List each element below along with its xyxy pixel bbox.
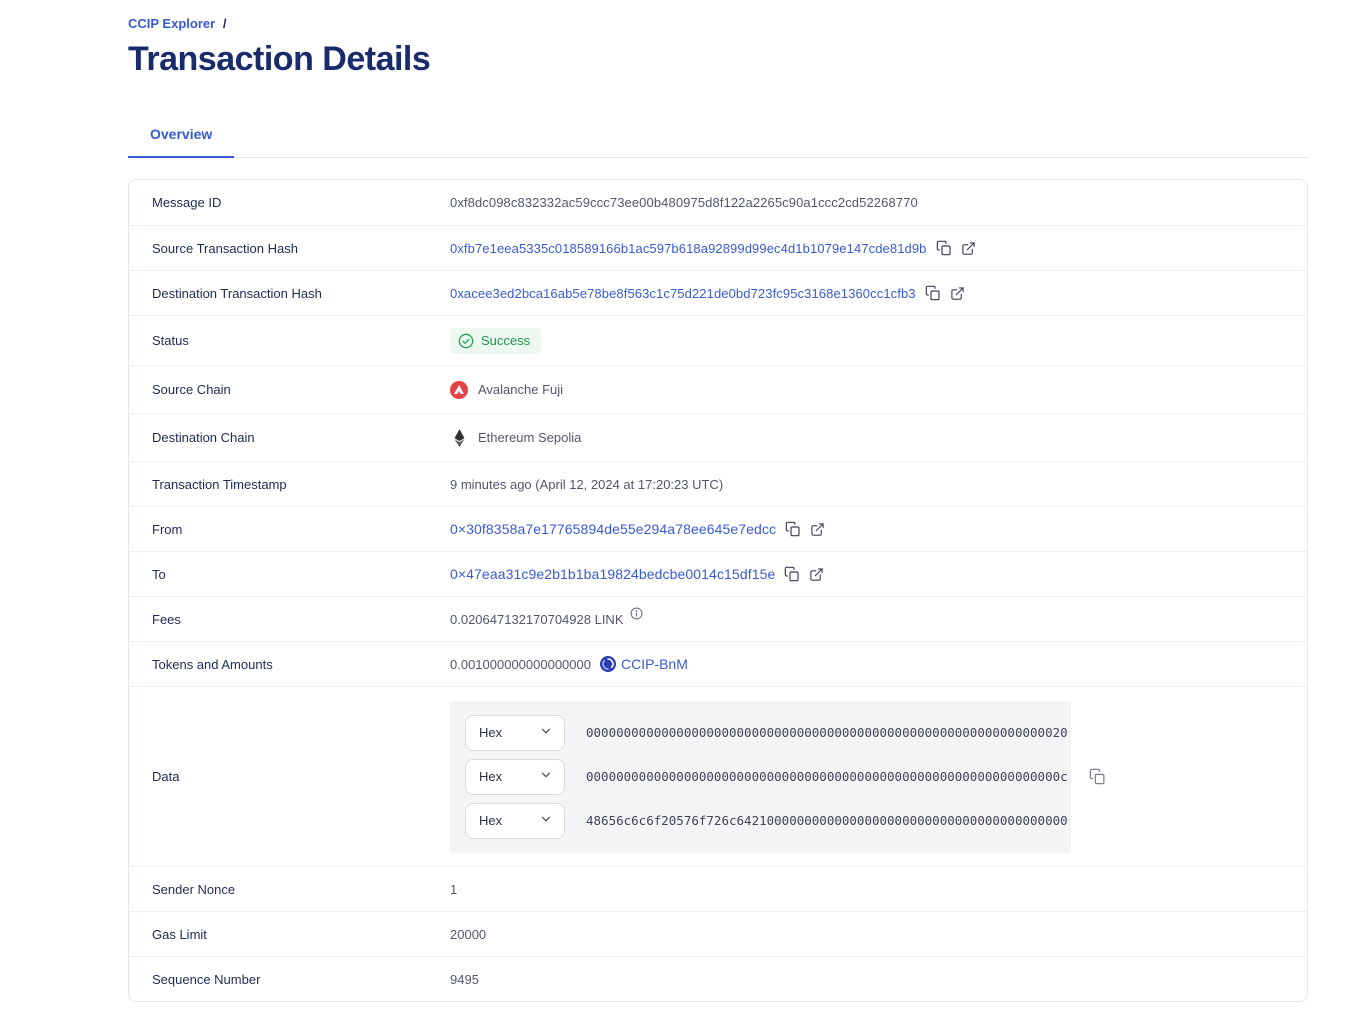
row-timestamp: Transaction Timestamp 9 minutes ago (Apr…: [129, 461, 1307, 506]
external-link-button[interactable]: [961, 241, 976, 256]
data-format-value: Hex: [479, 725, 502, 740]
transaction-details-card: Message ID 0xf8dc098c832332ac59ccc73ee00…: [128, 179, 1308, 1002]
timestamp-label: Transaction Timestamp: [152, 477, 450, 492]
status-text: Success: [481, 333, 530, 348]
data-line: Hex 000000000000000000000000000000000000…: [465, 715, 1056, 751]
row-from: From 0×30f8358a7e17765894de55e294a78ee64…: [129, 506, 1307, 551]
copy-button[interactable]: [785, 521, 801, 537]
row-data: Data Hex 0000000000000000000000000000000…: [129, 686, 1307, 866]
check-circle-icon: [458, 333, 474, 349]
tokens-label: Tokens and Amounts: [152, 657, 450, 672]
copy-button[interactable]: [925, 285, 941, 301]
copy-data-button[interactable]: [1089, 768, 1106, 785]
source-chain-name: Avalanche Fuji: [478, 382, 563, 397]
external-link-icon: [809, 567, 824, 582]
data-format-select[interactable]: Hex: [465, 715, 565, 751]
fees-label: Fees: [152, 612, 450, 627]
ccip-bnm-token-icon: [600, 656, 616, 672]
copy-icon: [1089, 768, 1106, 785]
data-hex-line: 0000000000000000000000000000000000000000…: [586, 769, 1068, 784]
info-icon[interactable]: [630, 607, 643, 623]
page-title: Transaction Details: [128, 40, 1308, 78]
avalanche-icon: [450, 381, 468, 399]
chevron-down-icon: [539, 812, 553, 829]
copy-icon: [785, 521, 801, 537]
row-gas-limit: Gas Limit 20000: [129, 911, 1307, 956]
source-chain-label: Source Chain: [152, 382, 450, 397]
dest-tx-hash-link[interactable]: 0xacee3ed2bca16ab5e78be8f563c1c75d221de0…: [450, 286, 916, 301]
copy-icon: [784, 566, 800, 582]
dest-tx-hash-label: Destination Transaction Hash: [152, 286, 450, 301]
copy-button[interactable]: [936, 240, 952, 256]
row-fees: Fees 0.020647132170704928 LINK: [129, 596, 1307, 641]
external-link-button[interactable]: [950, 286, 965, 301]
copy-icon: [936, 240, 952, 256]
data-label: Data: [152, 769, 450, 784]
row-dest-tx-hash: Destination Transaction Hash 0xacee3ed2b…: [129, 270, 1307, 315]
data-format-value: Hex: [479, 813, 502, 828]
sequence-number-value: 9495: [450, 972, 479, 987]
from-address-link[interactable]: 0×30f8358a7e17765894de55e294a78ee645e7ed…: [450, 521, 776, 537]
data-hex-line: 0000000000000000000000000000000000000000…: [586, 725, 1068, 740]
row-message-id: Message ID 0xf8dc098c832332ac59ccc73ee00…: [129, 180, 1307, 225]
message-id-value: 0xf8dc098c832332ac59ccc73ee00b480975d8f1…: [450, 195, 918, 210]
data-format-value: Hex: [479, 769, 502, 784]
data-line: Hex 48656c6c6f20576f726c6421000000000000…: [465, 803, 1056, 839]
fees-value: 0.020647132170704928 LINK: [450, 612, 624, 627]
row-status: Status Success: [129, 315, 1307, 365]
external-link-button[interactable]: [810, 522, 825, 537]
message-id-label: Message ID: [152, 195, 450, 210]
row-source-tx-hash: Source Transaction Hash 0xfb7e1eea5335c0…: [129, 225, 1307, 270]
dest-chain-name: Ethereum Sepolia: [478, 430, 581, 445]
external-link-button[interactable]: [809, 567, 824, 582]
row-to: To 0×47eaa31c9e2b1b1ba19824bedcbe0014c15…: [129, 551, 1307, 596]
dest-chain-label: Destination Chain: [152, 430, 450, 445]
copy-button[interactable]: [784, 566, 800, 582]
to-label: To: [152, 567, 450, 582]
row-source-chain: Source Chain Avalanche Fuji: [129, 365, 1307, 413]
row-dest-chain: Destination Chain Ethereum Sepolia: [129, 413, 1307, 461]
gas-limit-value: 20000: [450, 927, 486, 942]
external-link-icon: [961, 241, 976, 256]
sequence-number-label: Sequence Number: [152, 972, 450, 987]
row-tokens: Tokens and Amounts 0.001000000000000000 …: [129, 641, 1307, 686]
source-tx-hash-link[interactable]: 0xfb7e1eea5335c018589166b1ac597b618a9289…: [450, 241, 927, 256]
chevron-down-icon: [539, 768, 553, 785]
breadcrumb-separator: /: [223, 16, 227, 31]
status-label: Status: [152, 333, 450, 348]
status-badge: Success: [450, 328, 541, 354]
external-link-icon: [810, 522, 825, 537]
row-sender-nonce: Sender Nonce 1: [129, 866, 1307, 911]
to-address-link[interactable]: 0×47eaa31c9e2b1b1ba19824bedcbe0014c15df1…: [450, 566, 775, 582]
sender-nonce-label: Sender Nonce: [152, 882, 450, 897]
breadcrumb: CCIP Explorer /: [128, 16, 1308, 31]
copy-icon: [925, 285, 941, 301]
data-line: Hex 000000000000000000000000000000000000…: [465, 759, 1056, 795]
tab-bar: Overview: [128, 115, 1308, 158]
external-link-icon: [950, 286, 965, 301]
chevron-down-icon: [539, 724, 553, 741]
breadcrumb-ccip-explorer-link[interactable]: CCIP Explorer: [128, 16, 215, 31]
sender-nonce-value: 1: [450, 882, 457, 897]
timestamp-value: 9 minutes ago (April 12, 2024 at 17:20:2…: [450, 477, 723, 492]
token-link[interactable]: CCIP-BnM: [621, 656, 688, 672]
tab-overview[interactable]: Overview: [128, 115, 234, 158]
gas-limit-label: Gas Limit: [152, 927, 450, 942]
page: CCIP Explorer / Transaction Details Over…: [0, 0, 1358, 1002]
data-format-select[interactable]: Hex: [465, 803, 565, 839]
row-sequence-number: Sequence Number 9495: [129, 956, 1307, 1001]
ethereum-icon: [450, 429, 468, 447]
token-amount: 0.001000000000000000: [450, 657, 591, 672]
source-tx-hash-label: Source Transaction Hash: [152, 241, 450, 256]
from-label: From: [152, 522, 450, 537]
data-panel: Hex 000000000000000000000000000000000000…: [450, 701, 1071, 853]
data-hex-line: 48656c6c6f20576f726c64210000000000000000…: [586, 813, 1068, 828]
data-format-select[interactable]: Hex: [465, 759, 565, 795]
